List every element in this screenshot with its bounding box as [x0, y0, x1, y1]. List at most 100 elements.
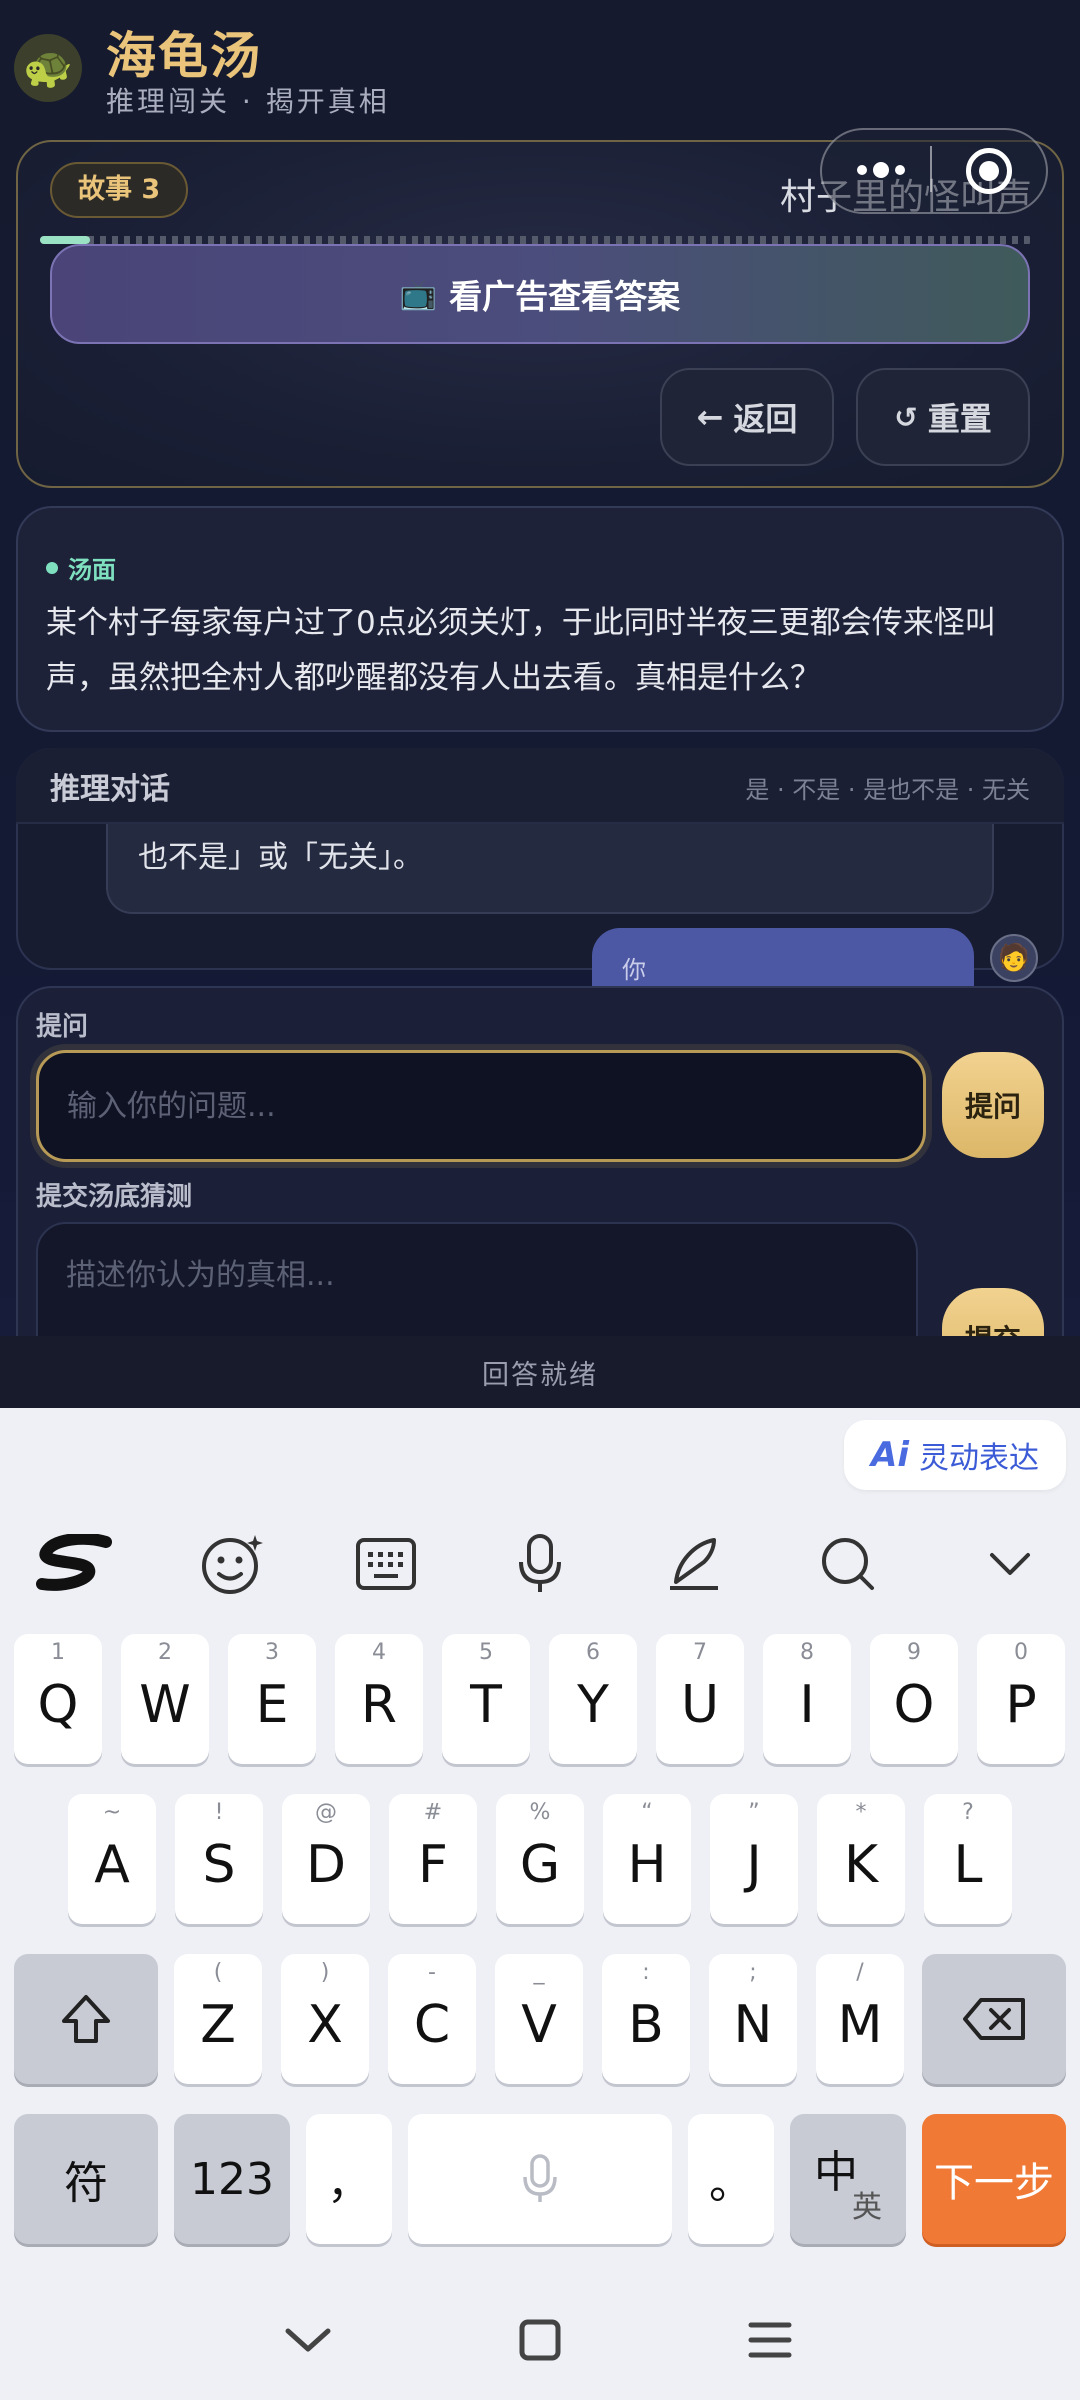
key-primary-char: A: [94, 1835, 130, 1895]
key-primary-char: I: [799, 1675, 815, 1735]
search-icon[interactable]: [808, 1524, 888, 1604]
key-a[interactable]: ~ A: [68, 1794, 156, 1924]
microphone-icon[interactable]: [500, 1524, 580, 1604]
key-e[interactable]: 3E: [228, 1634, 316, 1764]
key-m[interactable]: / M: [816, 1954, 904, 2084]
key-b[interactable]: :B: [602, 1954, 690, 2084]
key-w[interactable]: 2W: [121, 1634, 209, 1764]
key-secondary-char: 5: [479, 1640, 493, 1665]
key-primary-char: H: [627, 1835, 667, 1895]
user-avatar: 🧑: [990, 934, 1038, 982]
key-j[interactable]: ” J: [710, 1794, 798, 1924]
story-progress-track: [40, 236, 1032, 244]
key-secondary-char: 6: [586, 1640, 600, 1665]
nav-home-icon[interactable]: [500, 2300, 580, 2380]
question-input[interactable]: [36, 1050, 926, 1162]
app-screen: 🐢 海龟汤 推理闯关 · 揭开真相 故事 3 村子里的怪叫声 📺 看广告查看答案…: [0, 0, 1080, 1408]
guess-label: 提交汤底猜测: [36, 1182, 193, 1212]
key-d[interactable]: @ D: [282, 1794, 370, 1924]
key-primary-char: N: [733, 1995, 773, 2055]
reset-button[interactable]: ↺ 重置: [856, 368, 1030, 466]
key-primary-char: U: [680, 1675, 720, 1735]
close-miniprogram-icon[interactable]: [966, 148, 1012, 194]
key-s[interactable]: ! S: [175, 1794, 263, 1924]
nav-menu-icon[interactable]: [730, 2300, 810, 2380]
handwriting-icon[interactable]: [654, 1524, 734, 1604]
key-o[interactable]: 9O: [870, 1634, 958, 1764]
key-secondary-char: ”: [748, 1800, 760, 1825]
space-key[interactable]: [408, 2114, 672, 2244]
key-n[interactable]: ; N: [709, 1954, 797, 2084]
dialog-title: 推理对话: [50, 772, 170, 807]
keyboard-layout-icon[interactable]: [346, 1524, 426, 1604]
symbol-key[interactable]: 符: [14, 2114, 158, 2244]
key-secondary-char: 2: [158, 1640, 172, 1665]
reset-icon: ↺: [894, 400, 918, 434]
key-secondary-char: #: [423, 1800, 443, 1825]
language-switch-key[interactable]: 中 英: [790, 2114, 906, 2244]
story-progress-fill: [40, 236, 90, 244]
collapse-chevron-icon[interactable]: [970, 1524, 1050, 1604]
key-secondary-char: “: [641, 1800, 653, 1825]
key-u[interactable]: 7U: [656, 1634, 744, 1764]
period-key[interactable]: 。: [688, 2114, 774, 2244]
backspace-icon: [963, 1998, 1025, 2040]
key-g[interactable]: % G: [496, 1794, 584, 1924]
nav-back-icon[interactable]: [268, 2300, 348, 2380]
key-r[interactable]: 4R: [335, 1634, 423, 1764]
key-primary-char: J: [746, 1835, 762, 1895]
key-secondary-char: /: [856, 1960, 864, 1985]
key-z[interactable]: (Z: [174, 1954, 262, 2084]
ai-expression-chip[interactable]: Ai 灵动表达: [844, 1420, 1066, 1490]
more-options-icon[interactable]: [846, 150, 916, 190]
soup-label: 汤面: [46, 550, 116, 585]
numeric-key[interactable]: 123: [174, 2114, 290, 2244]
key-primary-char: V: [521, 1995, 557, 2055]
shift-key[interactable]: [14, 1954, 158, 2084]
key-x[interactable]: ) X: [281, 1954, 369, 2084]
key-h[interactable]: “H: [603, 1794, 691, 1924]
key-primary-char: E: [255, 1675, 289, 1735]
key-secondary-char: 4: [372, 1640, 386, 1665]
key-secondary-char: @: [315, 1800, 337, 1825]
comma-key[interactable]: ，: [306, 2114, 392, 2244]
key-y[interactable]: 6Y: [549, 1634, 637, 1764]
app-subtitle: 推理闯关 · 揭开真相: [106, 85, 390, 118]
emoji-icon[interactable]: [192, 1524, 272, 1604]
backspace-key[interactable]: [922, 1954, 1066, 2084]
lang-key-sub: 英: [852, 2190, 882, 2225]
back-button[interactable]: ← 返回: [660, 368, 834, 466]
key-primary-char: Q: [37, 1675, 79, 1735]
key-secondary-char: _: [533, 1960, 545, 1985]
key-i[interactable]: 8I: [763, 1634, 851, 1764]
soup-dot-icon: [46, 561, 58, 574]
key-primary-char: F: [418, 1835, 448, 1895]
assistant-message-text: 也不是」或「无关」。: [138, 840, 423, 875]
swype-logo-icon[interactable]: [34, 1524, 114, 1604]
key-v[interactable]: _ V: [495, 1954, 583, 2084]
key-f[interactable]: # F: [389, 1794, 477, 1924]
ask-label: 提问: [36, 1012, 89, 1042]
key-secondary-char: 8: [800, 1640, 814, 1665]
tv-icon: 📺: [399, 276, 438, 312]
key-primary-char: X: [307, 1995, 343, 2055]
key-primary-char: S: [202, 1835, 236, 1895]
app-title: 海龟汤: [106, 27, 262, 85]
key-q[interactable]: 1Q: [14, 1634, 102, 1764]
key-c[interactable]: -C: [388, 1954, 476, 2084]
key-primary-char: T: [470, 1675, 502, 1735]
arrow-left-icon: ←: [696, 398, 724, 436]
key-secondary-char: ): [320, 1960, 330, 1985]
key-secondary-char: ?: [962, 1800, 974, 1825]
ask-button[interactable]: 提问: [942, 1052, 1044, 1158]
capsule-divider: [930, 146, 932, 192]
key-k[interactable]: * K: [817, 1794, 905, 1924]
key-p[interactable]: 0P: [977, 1634, 1065, 1764]
watch-ad-answer-button[interactable]: 📺 看广告查看答案: [50, 244, 1030, 344]
key-secondary-char: (: [213, 1960, 223, 1985]
key-t[interactable]: 5T: [442, 1634, 530, 1764]
key-secondary-char: 0: [1014, 1640, 1028, 1665]
next-step-key[interactable]: 下一步: [922, 2114, 1066, 2244]
key-l[interactable]: ? L: [924, 1794, 1012, 1924]
key-secondary-char: *: [855, 1800, 867, 1825]
